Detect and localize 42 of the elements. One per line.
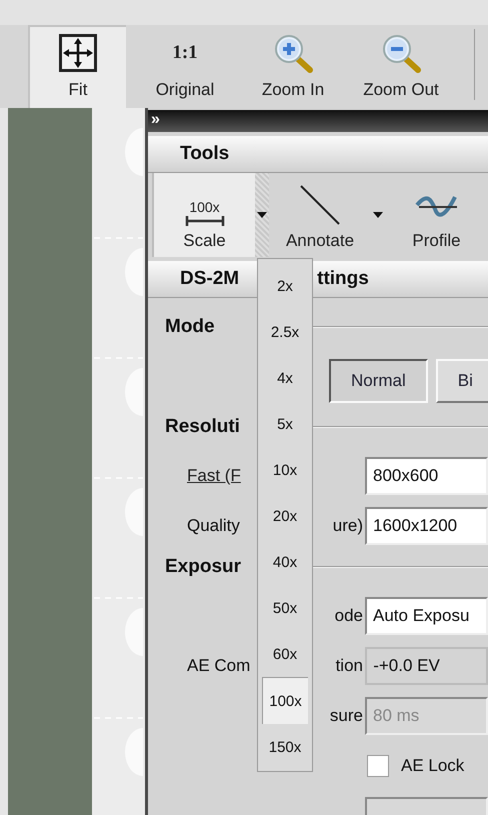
menu-item[interactable]: 5x <box>258 401 312 447</box>
mode-button[interactable]: Normal <box>329 359 428 403</box>
menu-item[interactable]: 4x <box>258 355 312 401</box>
menu-item[interactable]: 40x <box>258 539 312 585</box>
menu-item[interactable]: 20x <box>258 493 312 539</box>
field-label: ode <box>334 606 363 626</box>
zoom-out-icon <box>380 33 422 73</box>
toolbar-button[interactable]: Zoom In <box>244 25 342 108</box>
tool-button[interactable]: 100x Scale <box>152 173 255 257</box>
menu-item[interactable]: 100x <box>262 677 308 724</box>
input-field[interactable]: 1600x1200 <box>365 507 488 545</box>
toolbar-button[interactable]: Fit <box>28 25 126 108</box>
ratio-icon: 1:1 <box>172 42 198 64</box>
line-icon <box>298 183 342 227</box>
mode-button[interactable]: Bi <box>436 359 488 403</box>
menu-item[interactable]: 2x <box>258 263 312 309</box>
group-title: Mode <box>165 316 215 338</box>
value-readout: -+0.0 EV <box>365 647 488 685</box>
field-label: tion <box>336 656 363 676</box>
section-title: ttings <box>317 268 369 290</box>
dropdown[interactable]: Auto Exposu <box>365 597 488 635</box>
field-label: AE Com <box>187 656 250 676</box>
field-label: ure) <box>332 516 363 536</box>
menu-item[interactable]: 60x <box>258 631 312 677</box>
toolbar-button[interactable]: Zoom Out <box>352 25 450 108</box>
menu-item[interactable]: 10x <box>258 447 312 493</box>
field-label: Quality <box>187 516 240 536</box>
collapse-button[interactable]: » <box>148 111 160 128</box>
link[interactable]: Fast (F <box>187 466 241 486</box>
group-title: Resoluti <box>165 416 240 438</box>
tool-button[interactable]: Annotate <box>268 173 372 257</box>
menu-item[interactable]: 50x <box>258 585 312 631</box>
section-title: DS-2M <box>180 268 240 290</box>
toolbar-button[interactable]: 1:1 Original <box>136 25 234 108</box>
field-label: sure <box>330 706 363 726</box>
zoom-in-icon <box>272 33 314 73</box>
move-icon <box>59 34 97 72</box>
tool-button[interactable]: Profile <box>385 173 488 257</box>
section-title: Tools <box>180 143 230 165</box>
menu-item[interactable]: 2.5x <box>258 309 312 355</box>
input-field[interactable]: 800x600 <box>365 457 488 495</box>
group-title: Exposur <box>165 556 242 578</box>
